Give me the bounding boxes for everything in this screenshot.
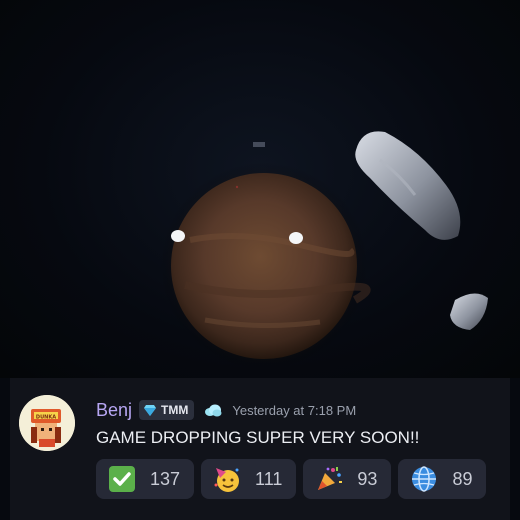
game-scene (0, 0, 520, 378)
star-dot (253, 142, 265, 147)
check-mark-icon (109, 466, 135, 492)
globe-icon (412, 466, 437, 492)
timestamp[interactable]: Yesterday at 7:18 PM (232, 403, 356, 418)
star-dot (235, 185, 239, 189)
avatar-text: DUNKA (36, 415, 56, 421)
chat-message: DUNKA Benj TMM Yesterday at 7:18 PM GAME… (10, 378, 510, 520)
reaction-count: 137 (150, 468, 181, 489)
partying-face-icon (214, 468, 240, 492)
reaction-globe[interactable]: 89 (398, 459, 487, 499)
cloud-icon (205, 404, 222, 417)
reaction-count: 93 (357, 468, 378, 489)
role-badge[interactable]: TMM (139, 400, 195, 420)
reaction-count: 89 (452, 468, 473, 489)
avatar[interactable]: DUNKA (19, 395, 75, 451)
reaction-bar: 137 111 93 89 (96, 459, 493, 499)
reaction-party-popper[interactable]: 93 (303, 459, 392, 499)
role-badge-label: TMM (161, 403, 189, 417)
username[interactable]: Benj (96, 400, 132, 421)
reaction-partying-face[interactable]: 111 (201, 459, 297, 499)
gem-icon (144, 405, 157, 416)
planet-object (160, 162, 371, 370)
message-text: GAME DROPPING SUPER VERY SOON!! (96, 428, 420, 447)
reaction-count: 111 (255, 468, 283, 489)
reaction-check[interactable]: 137 (96, 459, 195, 499)
rock-object (355, 131, 488, 330)
party-popper-icon (318, 467, 343, 490)
